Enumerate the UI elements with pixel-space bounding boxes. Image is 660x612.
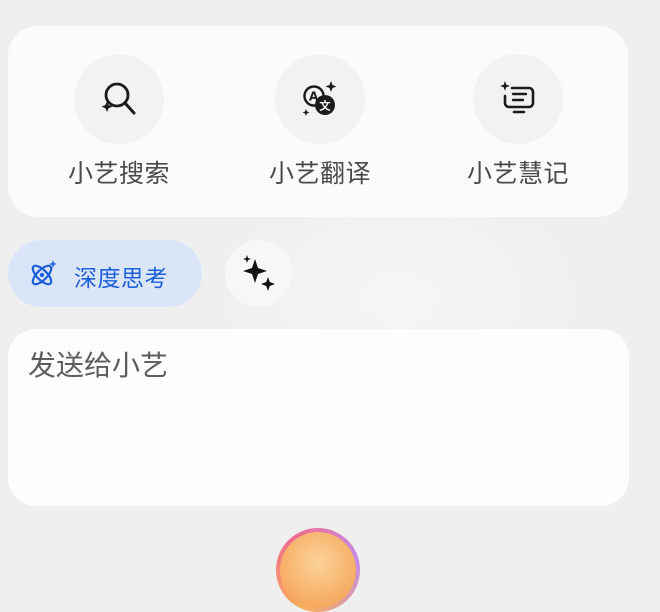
atom-icon	[31, 260, 57, 286]
translate-icon: A 文	[302, 81, 337, 116]
voice-orb-core	[280, 532, 356, 608]
tool-icon-circle[interactable]: A 文	[275, 54, 365, 144]
svg-text:文: 文	[320, 99, 332, 113]
message-composer[interactable]	[8, 329, 629, 506]
tool-label: 小艺搜索	[67, 159, 170, 188]
tool-xiaoyi-translate[interactable]: A 文 小艺翻译	[230, 26, 410, 217]
quick-tools-card: 小艺搜索 A 文 小艺翻译 小艺慧记	[8, 26, 628, 217]
tool-icon-circle[interactable]	[473, 54, 563, 144]
tool-xiaoyi-notes[interactable]: 小艺慧记	[428, 26, 608, 217]
message-input[interactable]	[28, 345, 608, 385]
sparkle-search-icon	[101, 82, 136, 115]
sparkle-chip[interactable]	[225, 240, 292, 307]
tool-label: 小艺翻译	[268, 159, 371, 188]
deep-think-label: 深度思考	[74, 266, 168, 292]
deep-think-chip[interactable]: 深度思考	[8, 240, 202, 307]
tool-label: 小艺慧记	[466, 159, 569, 188]
smart-notes-icon	[500, 81, 535, 114]
sparkle-icon	[243, 255, 275, 291]
tool-xiaoyi-search[interactable]: 小艺搜索	[29, 26, 209, 217]
tool-icon-circle[interactable]	[74, 54, 164, 144]
